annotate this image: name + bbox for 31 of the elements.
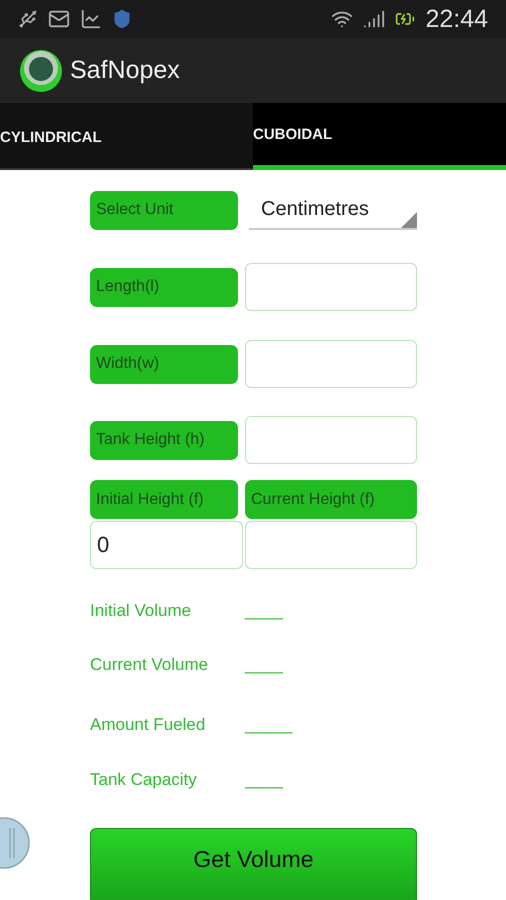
input-field[interactable]	[245, 521, 417, 569]
field-label: Length(l)	[90, 268, 238, 306]
input-field[interactable]	[245, 263, 417, 311]
input-field[interactable]	[245, 340, 417, 388]
result-value: ____	[245, 770, 284, 790]
field-label: Tank Height (h)	[90, 420, 238, 460]
app-title: SafNopex	[70, 56, 180, 85]
result-label: Tank Capacity	[90, 770, 198, 790]
field-label: Initial Height (f)	[90, 480, 238, 519]
field-label: Width(w)	[90, 344, 238, 384]
input-field[interactable]	[245, 416, 417, 464]
mail-icon	[48, 8, 70, 30]
input-field[interactable]: 0	[90, 521, 243, 569]
clock-time: 22:44	[425, 4, 488, 34]
result-label: Current Volume	[90, 655, 210, 675]
chart-icon	[80, 8, 102, 30]
get-volume-button[interactable]: Get Volume	[90, 828, 417, 900]
unit-dropdown[interactable]: Centimetres	[249, 190, 417, 230]
dropdown-caret-icon	[401, 212, 417, 228]
field-label: Select Unit	[90, 190, 238, 230]
shield-icon	[112, 9, 132, 29]
tab[interactable]: CYLINDRICAL	[0, 103, 253, 170]
result-label: Initial Volume	[90, 601, 192, 621]
signal-icon	[363, 8, 386, 30]
result-label: Amount Fueled	[90, 715, 206, 735]
result-value: ____	[245, 655, 284, 675]
result-value: _____	[245, 715, 294, 735]
usb-icon	[18, 9, 38, 29]
app-logo-icon	[20, 50, 62, 92]
result-value: ____	[245, 601, 284, 621]
field-label: Current Height (f)	[245, 480, 417, 519]
